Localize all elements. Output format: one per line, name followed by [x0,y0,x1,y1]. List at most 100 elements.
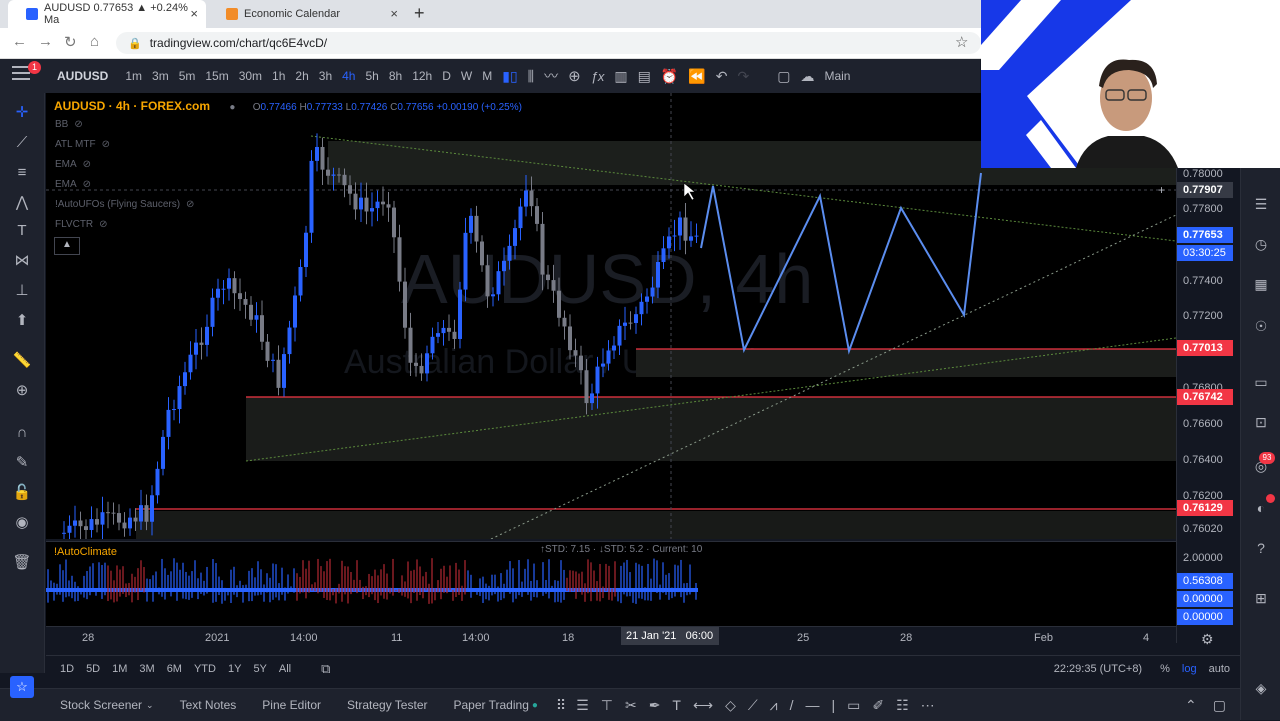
go-to-date-icon[interactable]: ⧉ [321,661,330,677]
magnet-icon[interactable]: ∩ [12,423,32,443]
ideas-icon[interactable]: ☉ [1251,318,1271,338]
visibility-icon[interactable]: ◉ [12,513,32,533]
indicator-atl-mtf[interactable]: ATL MTF ⊘ [55,139,110,150]
shape-icon[interactable]: ◇ [725,697,736,714]
layout-icon[interactable]: ▢ [772,68,795,85]
interval-5h[interactable]: 5h [360,69,383,83]
line-icon[interactable]: / [790,697,794,713]
range-3m[interactable]: 3M [139,663,154,675]
legend-title[interactable]: AUDUSD · 4h · FOREX.com [54,99,210,113]
chat-icon[interactable]: ▭ [1251,374,1271,394]
notifications-icon[interactable]: ◐ [1251,500,1271,520]
hidden-eye-icon[interactable]: ⊘ [83,159,91,170]
hline-icon[interactable]: — [805,697,819,713]
dom-icon[interactable]: ⊞ [1251,590,1271,610]
close-tab-icon[interactable]: × [190,6,198,21]
pine-editor-tab[interactable]: Pine Editor [262,698,321,712]
hidden-eye-icon[interactable]: ⊘ [102,139,110,150]
stock-screener-tab[interactable]: Stock Screener [60,698,142,712]
arrow-up-icon[interactable]: ⬆ [12,311,32,331]
ruler-icon[interactable]: 📏 [12,351,32,371]
indicator-ema-2[interactable]: EMA ⊘ [55,179,91,190]
text-icon[interactable]: T [672,697,681,713]
auto-toggle[interactable]: auto [1209,663,1230,675]
layers-icon[interactable]: ◈ [1251,680,1271,700]
watchlist-icon[interactable]: ☰ [1251,196,1271,216]
range-1m[interactable]: 1M [112,663,127,675]
arrow-line-icon[interactable]: ⟷ [693,697,713,714]
symbol-search[interactable]: AUDUSD [57,69,108,83]
replay-icon[interactable]: ⏪ [683,68,710,85]
interval-30m[interactable]: 30m [234,69,267,83]
tab-economic-calendar[interactable]: Economic Calendar × [208,0,406,28]
percent-toggle[interactable]: % [1160,663,1170,675]
lock-drawings-icon[interactable]: 🔓 [12,483,32,503]
new-tab-icon[interactable]: + [414,3,425,24]
strategy-tester-tab[interactable]: Strategy Tester [347,698,427,712]
redo-icon[interactable]: ↷ [733,68,755,85]
candles-icon[interactable]: ▮▯ [497,68,522,85]
range-6m[interactable]: 6M [167,663,182,675]
text-notes-tab[interactable]: Text Notes [180,698,237,712]
range-1d[interactable]: 1D [60,663,74,675]
line-style-icon[interactable]: 〰 [539,66,563,86]
close-tab-icon[interactable]: × [390,6,398,21]
forward-icon[interactable]: → [38,33,53,50]
fib-icon[interactable]: ≡ [12,163,32,183]
log-toggle[interactable]: log [1182,663,1197,675]
financials-icon[interactable]: ▥ [609,68,632,85]
zigzag-icon[interactable]: ⩘ [770,697,778,714]
chevron-down-icon[interactable]: ⌄ [146,700,154,711]
brush-icon[interactable]: ✂ [625,697,637,714]
alerts-clock-icon[interactable]: ◷ [1251,236,1271,256]
interval-2h[interactable]: 2h [290,69,313,83]
indicator-bb[interactable]: BB ⊘ [55,119,83,130]
reload-icon[interactable]: ↻ [64,33,77,51]
collapse-legend-icon[interactable]: ▲ [54,237,80,255]
range-1y[interactable]: 1Y [228,663,241,675]
interval-w[interactable]: W [456,69,477,83]
measure-icon[interactable]: ⊥ [12,281,32,301]
help-icon[interactable]: ? [1251,540,1271,560]
text-tool-icon[interactable]: T [12,221,32,241]
fib-tool-icon[interactable]: ⊤ [601,697,613,714]
range-5y[interactable]: 5Y [253,663,266,675]
home-icon[interactable]: ⌂ [90,33,99,50]
alert-icon[interactable]: ⏰ [656,68,683,85]
hidden-eye-icon[interactable]: ⊘ [186,199,194,210]
xabcd-icon[interactable]: ⋈ [12,251,32,271]
time-axis[interactable]: 28 2021 14:00 11 14:00 18 25 28 Feb 4 [46,626,1176,651]
add-alert-plus-icon[interactable]: + [1158,183,1165,197]
interval-8h[interactable]: 8h [384,69,407,83]
trash-icon[interactable]: 🗑 [12,553,32,573]
compare-icon[interactable]: ⫼ [523,68,539,85]
interval-12h[interactable]: 12h [407,69,437,83]
ray-icon[interactable]: ⟋ [748,697,758,714]
layout-name[interactable]: Main [819,69,855,83]
range-all[interactable]: All [279,663,291,675]
pencil-lock-icon[interactable]: ✎ [12,453,32,473]
indicator-autoufos[interactable]: !AutoUFOs (Flying Saucers) ⊘ [55,199,194,210]
interval-15m[interactable]: 15m [200,69,233,83]
hidden-eye-icon[interactable]: ⊘ [99,219,107,230]
tab-audusd[interactable]: AUDUSD 0.77653 ▲ +0.24% Ma × [8,0,206,28]
zoom-icon[interactable]: ⊕ [12,381,32,401]
messages-icon[interactable]: ⊡ [1251,414,1271,434]
calendar-icon[interactable]: ▦ [1251,276,1271,296]
settings-sliders-icon[interactable]: ☷ [896,697,909,714]
interval-3m[interactable]: 3m [147,69,174,83]
indicators-icon[interactable]: ƒx [586,69,610,84]
indicator-ema-1[interactable]: EMA ⊘ [55,159,91,170]
interval-3h[interactable]: 3h [314,69,337,83]
indicator-flvctr[interactable]: FLVCTR ⊘ [55,219,108,230]
hidden-eye-icon[interactable]: ⊘ [74,119,82,130]
favorites-star-icon[interactable]: ☆ [10,676,34,698]
interval-5m[interactable]: 5m [174,69,201,83]
maximize-panel-icon[interactable]: ▢ [1213,697,1226,714]
templates-icon[interactable]: ▤ [633,68,656,85]
crosshair-icon[interactable]: ✛ [12,103,32,123]
more-tools-icon[interactable]: ⋯ [921,697,935,714]
range-5d[interactable]: 5D [86,663,100,675]
pattern-icon[interactable]: ⋀ [12,193,32,213]
indicator-pane-name[interactable]: !AutoClimate [54,546,117,558]
